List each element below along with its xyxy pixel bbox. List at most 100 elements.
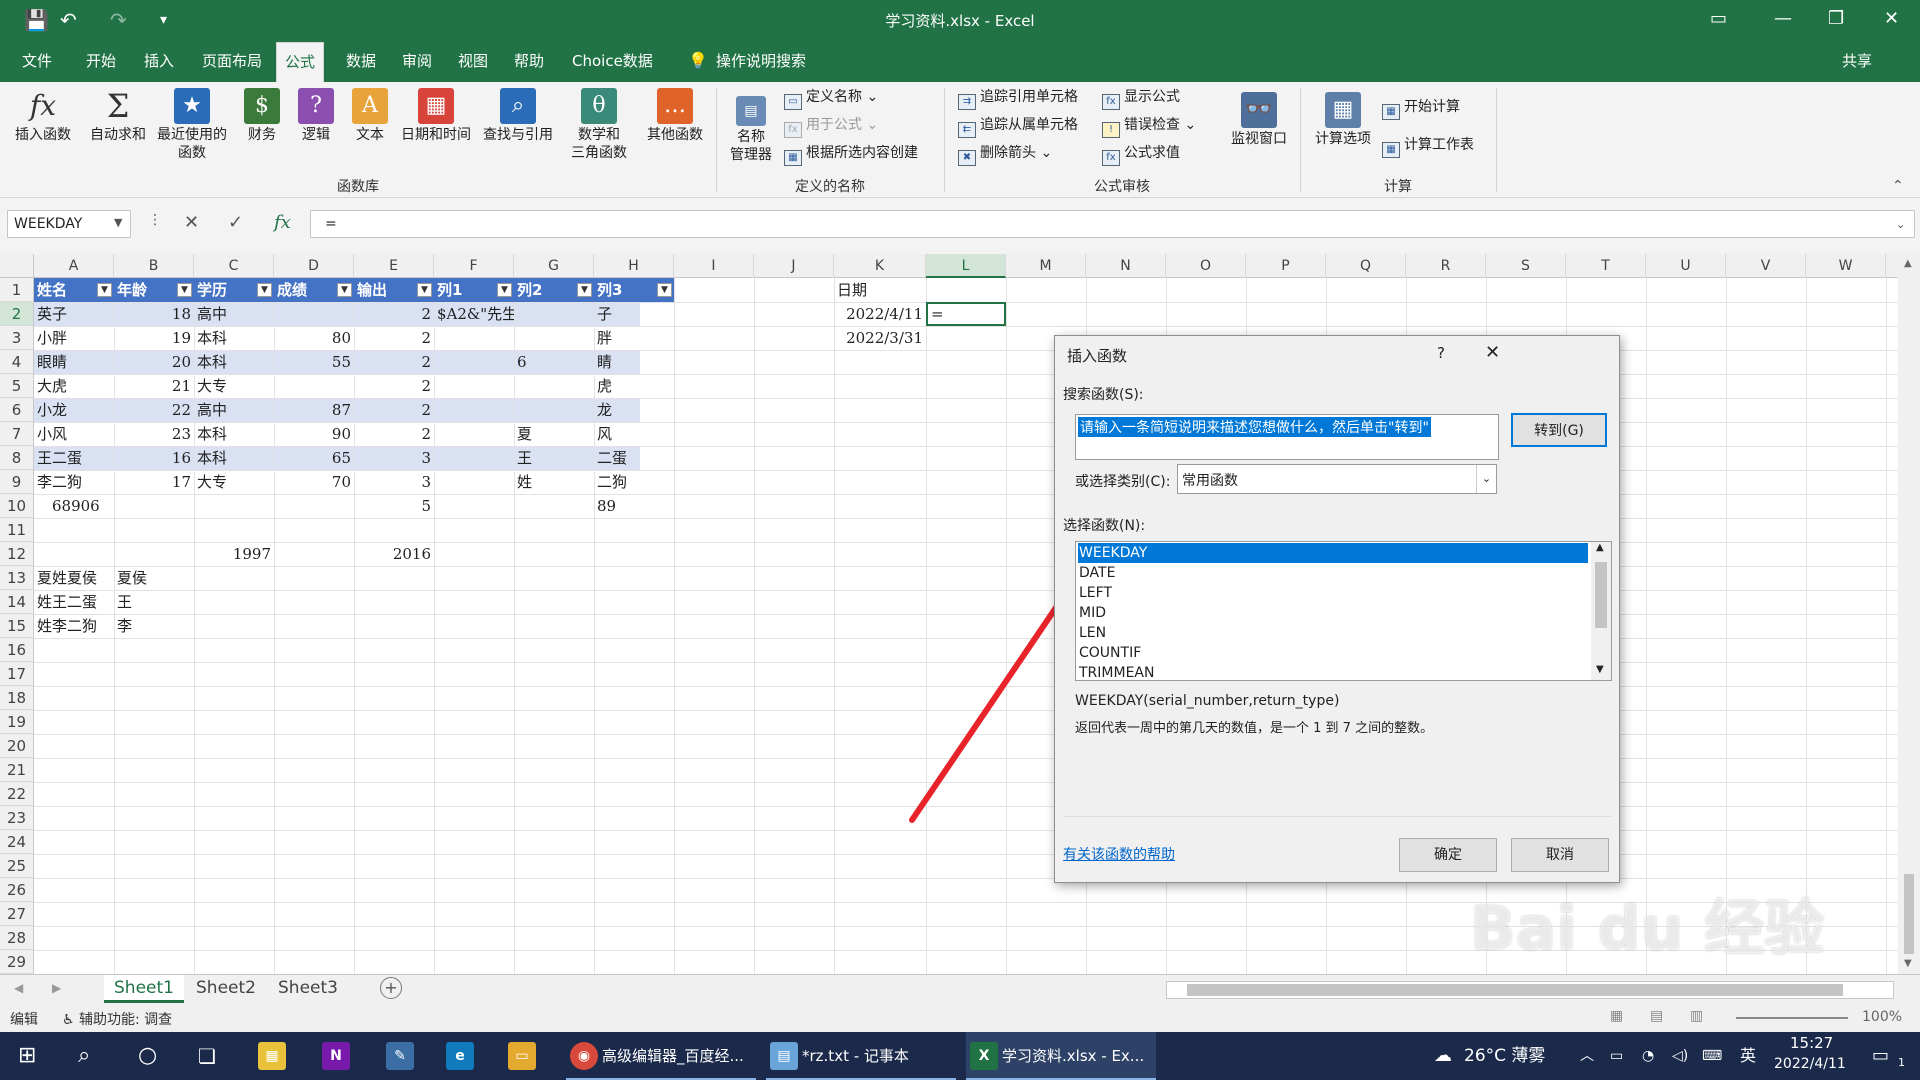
column-header[interactable]: M [1006,254,1086,278]
column-header[interactable]: D [274,254,354,278]
table-cell[interactable]: 小风 [34,422,114,446]
table-header-cell[interactable]: 年龄 ▼ [114,278,194,302]
row-header[interactable]: 18 [0,686,34,710]
column-header[interactable]: W [1806,254,1886,278]
keyboard-icon[interactable]: ⌨ [1702,1032,1722,1080]
table-cell[interactable]: 19 [114,326,194,350]
list-scroll-thumb[interactable] [1595,562,1607,628]
function-item[interactable]: COUNTIF [1078,643,1588,663]
taskbar-notepad[interactable]: ▤ *rz.txt - 记事本 [766,1032,956,1080]
function-item[interactable]: LEN [1078,623,1588,643]
table-cell[interactable]: 王二蛋 [34,446,114,470]
table-cell[interactable]: 风 [594,422,674,446]
table-cell[interactable]: 21 [114,374,194,398]
lookup-button[interactable]: ⌕ 查找与引用 [480,88,556,144]
name-manager-button[interactable]: ▤ 名称 管理器 [726,96,776,164]
math-trig-button[interactable]: θ 数学和 三角函数 [562,88,636,162]
table-cell[interactable]: 3 [354,446,434,470]
table-cell[interactable]: 2 [354,374,434,398]
table-cell[interactable] [434,374,514,398]
row-header[interactable]: 26 [0,878,34,902]
ok-button[interactable]: 确定 [1399,838,1497,872]
column-header[interactable]: S [1486,254,1566,278]
column-header[interactable]: T [1566,254,1646,278]
create-from-selection-button[interactable]: ▦ 根据所选内容创建 [784,144,918,166]
table-header-cell[interactable]: 学历 ▼ [194,278,274,302]
table-cell[interactable]: 大专 [194,374,274,398]
table-cell[interactable]: 2 [354,326,434,350]
table-cell[interactable]: $A2&"先生" [434,302,514,326]
enter-entry-icon[interactable]: ✓ [228,212,243,233]
row-header[interactable]: 11 [0,518,34,542]
row-header[interactable]: 12 [0,542,34,566]
table-cell[interactable]: 90 [274,422,354,446]
column-header[interactable]: E [354,254,434,278]
date-time-button[interactable]: ▦ 日期和时间 [398,88,474,144]
ime-indicator[interactable]: 英 [1740,1032,1756,1080]
table-cell[interactable]: 80 [274,326,354,350]
table-cell[interactable]: 2 [354,398,434,422]
tab-page-layout[interactable]: 页面布局 [194,42,270,82]
table-cell[interactable]: 大专 [194,470,274,494]
start-icon[interactable]: ⊞ [18,1032,36,1080]
insert-function-button[interactable]: fx 插入函数 [8,88,78,144]
use-in-formula-button[interactable]: fx 用于公式 ⌄ [784,116,878,138]
column-header[interactable]: A [34,254,114,278]
table-cell[interactable] [514,326,594,350]
network-icon[interactable]: ◔ [1642,1032,1654,1080]
taskbar-excel[interactable]: X 学习资料.xlsx - Ex... [966,1032,1156,1080]
table-cell[interactable]: 2 [354,350,434,374]
trace-dependents-button[interactable]: ⇇ 追踪从属单元格 [958,116,1078,138]
table-cell[interactable]: 本科 [194,422,274,446]
row-header[interactable]: 20 [0,734,34,758]
financial-button[interactable]: $ 财务 [240,88,284,144]
row-header[interactable]: 24 [0,830,34,854]
column-header[interactable]: F [434,254,514,278]
zoom-level[interactable]: 100% [1862,1009,1902,1025]
weather-icon[interactable]: ☁ [1434,1032,1452,1080]
table-cell[interactable]: 夏 [514,422,594,446]
column-header[interactable]: J [754,254,834,278]
cell[interactable]: 1997 [194,542,274,566]
cell[interactable]: 夏姓夏侯 [34,566,114,590]
calculate-sheet-button[interactable]: ▦ 计算工作表 [1382,136,1474,158]
filter-dropdown-icon[interactable]: ▼ [257,283,272,297]
row-header[interactable]: 21 [0,758,34,782]
table-cell[interactable]: 高中 [194,302,274,326]
table-cell[interactable]: 65 [274,446,354,470]
filter-dropdown-icon[interactable]: ▼ [97,283,112,297]
table-cell[interactable]: 55 [274,350,354,374]
column-header[interactable]: C [194,254,274,278]
table-cell[interactable]: 眼睛 [34,350,114,374]
table-cell[interactable]: 2 [354,302,434,326]
sheet-tab-sheet2[interactable]: Sheet2 [186,975,266,1003]
function-item[interactable]: LEFT [1078,583,1588,603]
row-header[interactable]: 19 [0,710,34,734]
column-header[interactable]: K [834,254,926,278]
table-cell[interactable]: 李二狗 [34,470,114,494]
define-name-button[interactable]: ▭ 定义名称 ⌄ [784,88,878,110]
row-header[interactable]: 9 [0,470,34,494]
column-header[interactable]: V [1726,254,1806,278]
watch-window-button[interactable]: 👓 监视窗口 [1226,92,1292,148]
evaluate-formula-button[interactable]: fx 公式求值 [1102,144,1180,166]
table-cell[interactable] [434,350,514,374]
table-cell[interactable] [514,374,594,398]
cell[interactable]: 姓李二狗 [34,614,114,638]
table-cell[interactable]: 22 [114,398,194,422]
function-item[interactable]: DATE [1078,563,1588,583]
function-list[interactable]: WEEKDAY DATE LEFT MID LEN COUNTIF TRIMME… [1075,541,1612,681]
table-cell[interactable]: 87 [274,398,354,422]
row-header[interactable]: 29 [0,950,34,974]
column-header[interactable]: L [926,254,1006,278]
row-header[interactable]: 15 [0,614,34,638]
row-header[interactable]: 1 [0,278,34,302]
table-cell[interactable]: 姓 [514,470,594,494]
sheet-tab-sheet3[interactable]: Sheet3 [268,975,348,1003]
notification-icon[interactable]: ▭ [1872,1032,1889,1080]
table-cell[interactable] [434,470,514,494]
table-cell[interactable]: 胖 [594,326,674,350]
name-box-dropdown-icon[interactable]: ▼ [114,216,122,229]
total-cell[interactable]: 68906 [34,494,114,518]
active-cell[interactable]: = [926,302,1006,326]
